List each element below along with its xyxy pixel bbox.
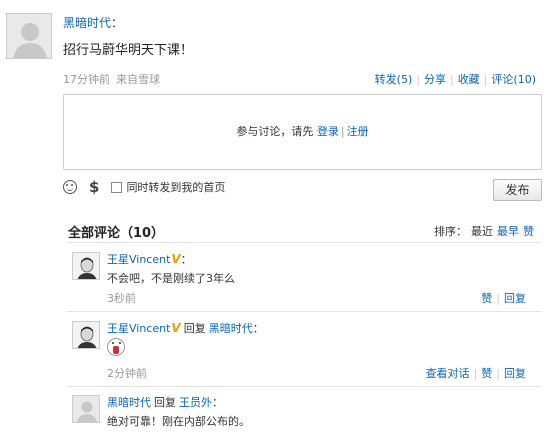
- action-separator: |: [449, 73, 454, 86]
- comment-author-link[interactable]: 黑暗时代: [107, 396, 151, 409]
- commenter-avatar[interactable]: [72, 252, 100, 280]
- comment-author-link[interactable]: 王星Vincent: [107, 253, 170, 266]
- all-comments-title: 全部评论（10）: [68, 226, 165, 241]
- sort-likes[interactable]: 赞: [523, 225, 534, 238]
- comment-colon: ：: [252, 322, 264, 335]
- login-prompt: 参与讨论，请先 登录 | 注册: [64, 123, 541, 139]
- reply-to-user-link[interactable]: 黑暗时代: [209, 322, 253, 335]
- sort-recent[interactable]: 最近: [471, 225, 493, 238]
- comment-link[interactable]: 评论(10): [491, 73, 536, 86]
- reply-to-user-link[interactable]: 王员外: [179, 396, 212, 409]
- repost-link[interactable]: 转发(5): [375, 73, 413, 86]
- comment-actions: 赞 | 回复: [481, 290, 526, 306]
- post-meta: 17分钟前 来自雪球: [63, 71, 160, 87]
- sort-options: 排序： 最近 最早赞: [434, 223, 534, 239]
- comment-text: 绝对可靠！刚在内部公布的。: [107, 415, 250, 428]
- publish-button[interactable]: 发布: [493, 179, 542, 201]
- comment-actions: 查看对话 | 赞 | 回复: [426, 365, 526, 381]
- comment-colon: ：: [212, 396, 223, 409]
- commenter-avatar[interactable]: [72, 395, 100, 423]
- action-separator: |: [496, 292, 500, 305]
- post-time: 17分钟前: [63, 73, 110, 86]
- repost-checkbox-label[interactable]: 同时转发到我的首页: [126, 179, 225, 195]
- view-conversation-link[interactable]: 查看对话: [426, 367, 470, 380]
- reply-link[interactable]: 回复: [504, 367, 526, 380]
- default-avatar-icon: [73, 396, 99, 422]
- dollar-icon[interactable]: $: [89, 178, 99, 196]
- comment-time: 2分钟前: [107, 367, 147, 380]
- comment-text: 不会吧，不是刚续了3年么: [107, 272, 235, 285]
- comment-time: 3秒前: [107, 292, 136, 305]
- smile-icon[interactable]: [63, 180, 77, 194]
- post-author-link[interactable]: 黑暗时代: [63, 16, 111, 30]
- like-link[interactable]: 赞: [481, 367, 492, 380]
- sticker-icon: [107, 338, 125, 356]
- post-text: 招行马蔚华明天下课！: [63, 43, 194, 58]
- login-prompt-text: 参与讨论，请先: [236, 125, 314, 138]
- divider: [66, 242, 542, 243]
- reply-link[interactable]: 回复: [504, 292, 526, 305]
- comment-author-link[interactable]: 王星Vincent: [107, 322, 170, 335]
- comment-author-line: 黑暗时代 回复 王员外：: [107, 394, 223, 410]
- comment-colon: ：: [180, 253, 192, 266]
- divider: [66, 386, 542, 387]
- verified-badge-icon: V: [171, 252, 181, 266]
- action-separator: |: [483, 73, 488, 86]
- post-source: 来自雪球: [116, 73, 160, 86]
- comment-author-line: 王星VincentV 回复 黑暗时代：: [107, 320, 264, 336]
- sort-label: 排序：: [434, 225, 467, 238]
- default-avatar-icon: [7, 14, 51, 58]
- sort-earliest[interactable]: 最早: [497, 225, 519, 238]
- login-link[interactable]: 登录: [317, 125, 339, 138]
- comment-author-line: 王星VincentV：: [107, 251, 192, 267]
- share-link[interactable]: 分享: [424, 73, 446, 86]
- action-separator: |: [496, 367, 500, 380]
- person-avatar-icon: [73, 322, 99, 348]
- comment-toolbar: $ 同时转发到我的首页: [63, 178, 225, 196]
- verified-badge-icon: V: [171, 321, 181, 335]
- favorite-link[interactable]: 收藏: [458, 73, 480, 86]
- person-avatar-icon: [73, 253, 99, 279]
- like-link[interactable]: 赞: [481, 292, 492, 305]
- post-author-colon: ：: [111, 16, 124, 30]
- register-link[interactable]: 注册: [347, 125, 369, 138]
- post-actions: 转发(5) | 分享 | 收藏 | 评论(10): [375, 71, 536, 87]
- divider: [66, 311, 542, 312]
- reply-word: 回复: [183, 322, 206, 335]
- post-author-avatar[interactable]: [6, 13, 52, 59]
- reply-word: 回复: [154, 396, 176, 409]
- commenter-avatar[interactable]: [72, 321, 100, 349]
- post-author: 黑暗时代：: [63, 14, 123, 31]
- repost-checkbox[interactable]: [111, 181, 123, 193]
- comment-input-box[interactable]: 参与讨论，请先 登录 | 注册: [63, 94, 542, 170]
- login-separator: |: [340, 125, 345, 138]
- action-separator: |: [473, 367, 478, 380]
- action-separator: |: [416, 73, 420, 86]
